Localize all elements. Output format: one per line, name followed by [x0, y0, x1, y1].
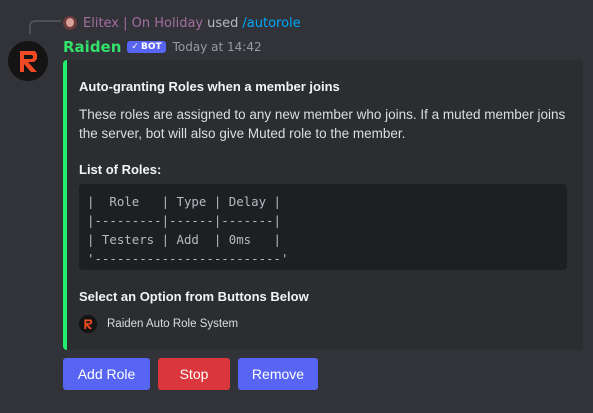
reply-command[interactable]: /autorole [242, 16, 300, 31]
reply-used-text: used [207, 15, 239, 31]
message-timestamp[interactable]: Today at 14:42 [173, 40, 262, 54]
embed-description: These roles are assigned to any new memb… [79, 107, 566, 141]
stop-button[interactable]: Stop [158, 358, 230, 390]
reply-avatar[interactable] [63, 16, 77, 30]
embed-title: Auto-granting Roles when a member joins [79, 79, 340, 94]
discord-message: Elitex | On Holiday used /autorole Raide… [0, 0, 593, 413]
embed-footer: Raiden Auto Role System [79, 315, 238, 333]
bot-avatar[interactable] [8, 41, 48, 81]
remove-button[interactable]: Remove [238, 358, 318, 390]
reply-username[interactable]: Elitex | On Holiday [83, 16, 203, 31]
embed: Auto-granting Roles when a member joins … [63, 60, 583, 350]
message-header: Raiden ✓ BOT Today at 14:42 [63, 37, 262, 57]
add-role-button[interactable]: Add Role [63, 358, 150, 390]
roles-code-block: | Role | Type | Delay | |---------|-----… [79, 184, 567, 270]
reply-reference[interactable]: Elitex | On Holiday used /autorole [63, 14, 301, 32]
check-icon: ✓ [131, 42, 139, 52]
embed-subheading: Select an Option from Buttons Below [79, 289, 309, 304]
bot-username[interactable]: Raiden [63, 38, 121, 56]
footer-text: Raiden Auto Role System [107, 318, 239, 330]
embed-accent-bar [63, 60, 67, 350]
raiden-logo-icon [8, 41, 48, 81]
footer-logo-icon [79, 315, 97, 333]
bot-tag-label: BOT [140, 42, 162, 52]
reply-connector [29, 20, 61, 34]
roles-table-text: | Role | Type | Delay | |---------|-----… [87, 194, 289, 266]
bot-tag: ✓ BOT [127, 41, 166, 53]
embed-field-name: List of Roles: [79, 162, 162, 177]
action-buttons: Add Role Stop Remove [63, 358, 326, 390]
